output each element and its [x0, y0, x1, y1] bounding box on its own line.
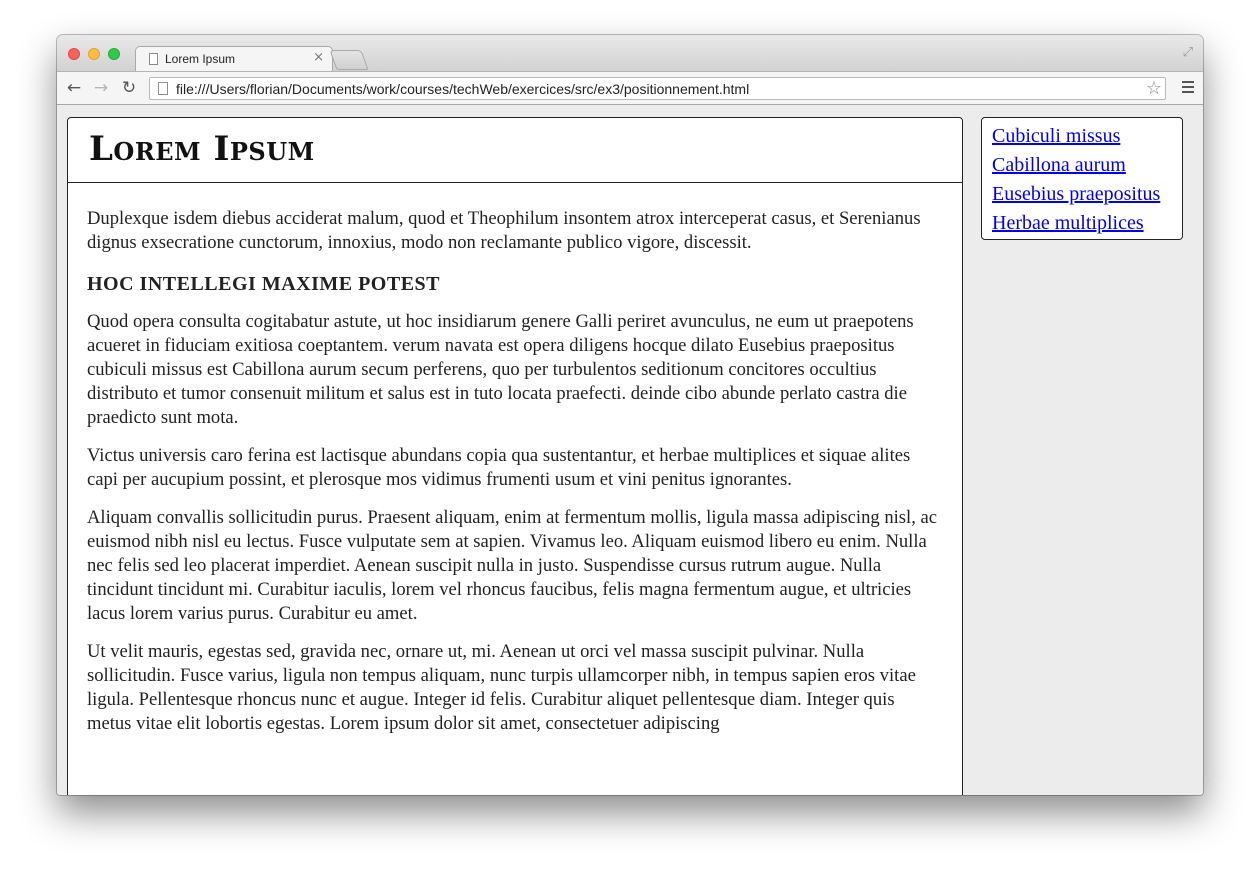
tab-close-icon[interactable]: × [313, 50, 324, 65]
fullscreen-icon[interactable]: ⤢ [1183, 45, 1193, 60]
paragraph: Ut velit mauris, egestas sed, gravida ne… [87, 641, 916, 734]
window-minimize-button[interactable] [88, 48, 100, 60]
window-close-button[interactable] [68, 48, 80, 60]
section-heading: HOC INTELLEGI MAXIME POTEST [87, 273, 441, 295]
page-title: Lorem Ipsum [89, 129, 315, 169]
article-header: Lorem Ipsum [68, 118, 962, 183]
window-maximize-button[interactable] [108, 48, 120, 60]
intro-paragraph: Duplexque isdem diebus acciderat malum, … [87, 208, 921, 253]
page-icon [149, 53, 158, 65]
forward-button[interactable]: → [89, 76, 113, 100]
paragraph: Aliquam convallis sollicitudin purus. Pr… [87, 507, 937, 624]
bookmark-star-icon[interactable]: ☆ [1146, 78, 1162, 99]
side-navigation: Cubiculi missus Cabillona aurum Eusebius… [981, 117, 1183, 240]
article-content: Duplexque isdem diebus acciderat malum, … [68, 183, 962, 736]
tab-title: Lorem Ipsum [165, 52, 236, 66]
paragraph: Victus universis caro ferina est lactisq… [87, 445, 911, 490]
nav-link-herbae-multiplices[interactable]: Herbae multiplices [992, 209, 1182, 238]
menu-icon[interactable] [1182, 81, 1194, 95]
page-viewport[interactable]: Lorem Ipsum Duplexque isdem diebus accid… [57, 105, 1203, 795]
url-text[interactable]: file:///Users/florian/Documents/work/cou… [176, 81, 749, 97]
file-icon [158, 82, 168, 95]
tab-lorem-ipsum[interactable]: Lorem Ipsum × [135, 46, 333, 73]
nav-link-eusebius-praepositus[interactable]: Eusebius praepositus [992, 180, 1182, 209]
address-bar[interactable]: file:///Users/florian/Documents/work/cou… [149, 77, 1166, 100]
browser-window: Lorem Ipsum × ⤢ ← → ↻ file:///Users/flor… [57, 35, 1203, 795]
new-tab-button[interactable] [329, 50, 369, 70]
main-article: Lorem Ipsum Duplexque isdem diebus accid… [67, 117, 963, 795]
paragraph: Quod opera consulta cogitabatur astute, … [87, 311, 914, 428]
browser-toolbar: ← → ↻ file:///Users/florian/Documents/wo… [57, 71, 1203, 105]
tab-strip: Lorem Ipsum × ⤢ [57, 35, 1203, 73]
reload-button[interactable]: ↻ [117, 76, 141, 100]
back-button[interactable]: ← [62, 76, 86, 100]
nav-link-cabillona-aurum[interactable]: Cabillona aurum [992, 151, 1182, 180]
nav-link-cubiculi-missus[interactable]: Cubiculi missus [992, 122, 1182, 151]
